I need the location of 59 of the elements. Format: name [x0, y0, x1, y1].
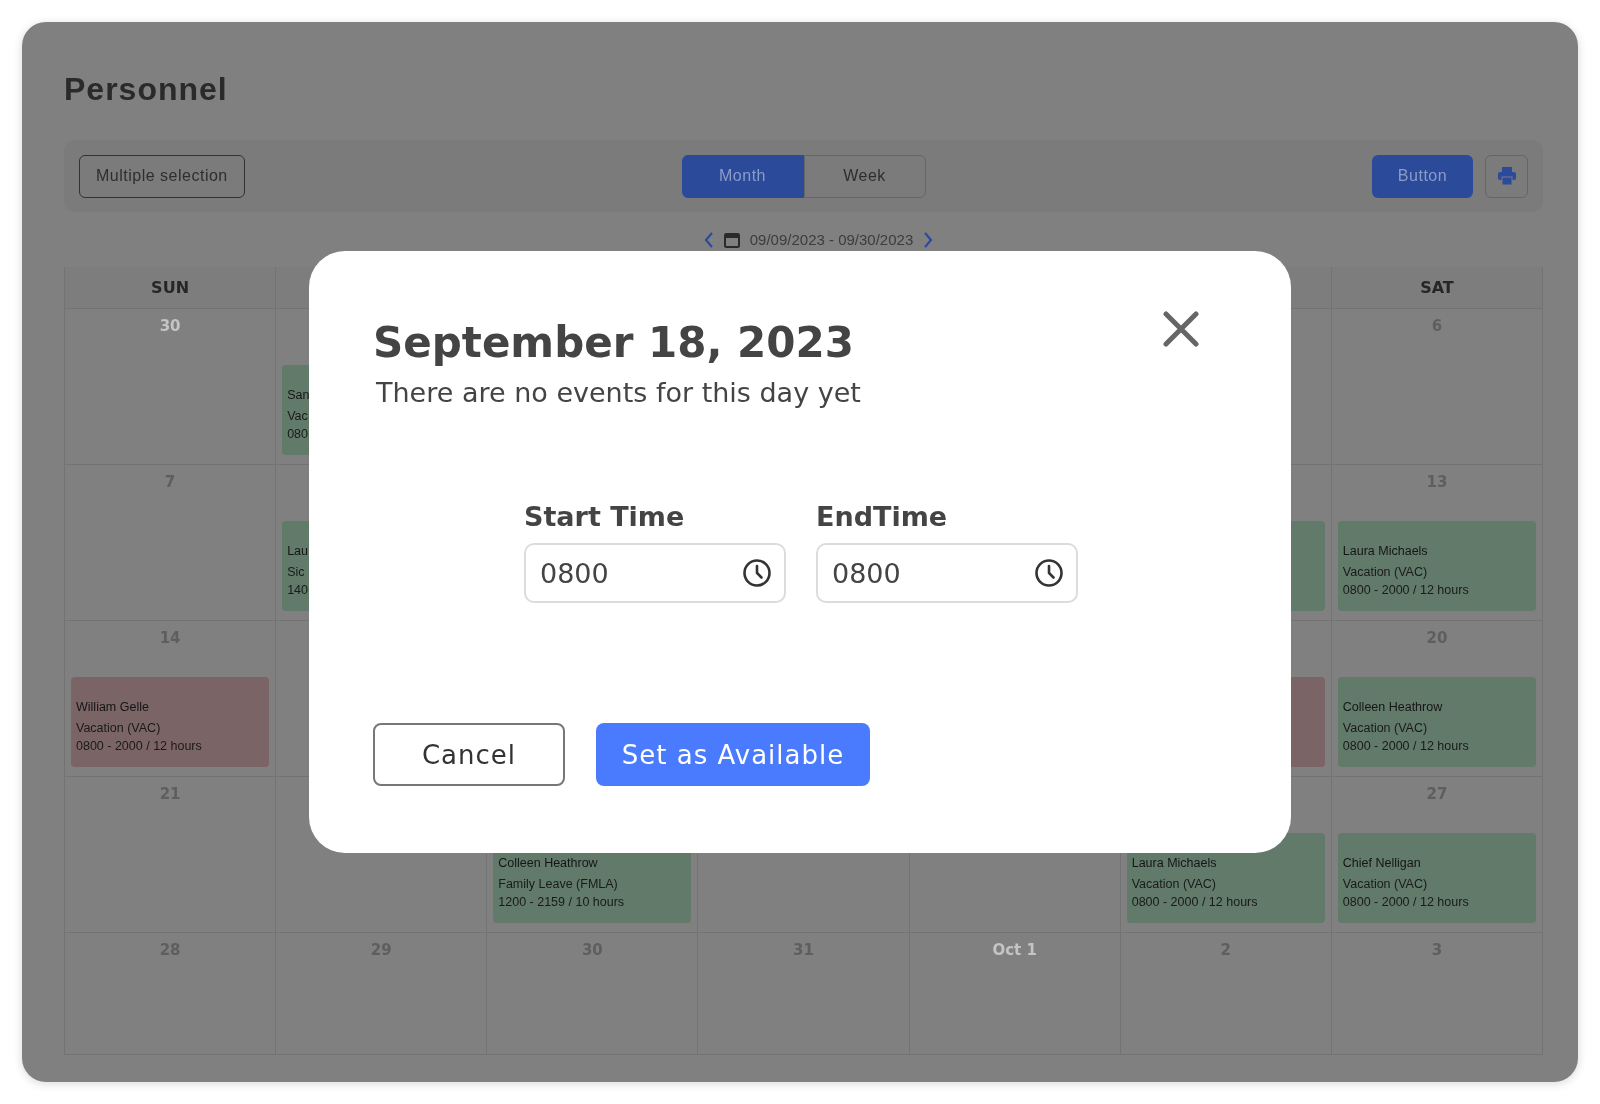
action-button[interactable]: Button	[1372, 154, 1473, 198]
close-button[interactable]	[1161, 309, 1201, 349]
event-time: 0800 - 2000 / 12 hours	[1342, 894, 1469, 910]
event-type: Vacation (VAC)	[1131, 876, 1216, 892]
event-type: Vacation (VAC)	[1342, 720, 1428, 736]
event-type: Vacation (VAC)	[1342, 876, 1428, 892]
cancel-button[interactable]: Cancel	[373, 723, 565, 786]
previous-icon[interactable]	[703, 231, 714, 248]
multiple-selection-button[interactable]: Multiple selection	[79, 154, 245, 198]
time-field[interactable]: 0800	[816, 543, 1078, 603]
dialog-title: September 18, 2023	[373, 317, 854, 369]
event-type: Vacation (VAC)	[76, 720, 161, 736]
event-time: 0800 - 2000 / 12 hours	[1131, 894, 1258, 910]
print-button[interactable]	[1485, 154, 1528, 198]
time-label: EndTime	[816, 500, 949, 534]
time-label: Start Time	[524, 500, 686, 534]
day-number: 30	[159, 317, 181, 337]
event-type: Vacation (VAC)	[1342, 564, 1428, 580]
dialog-message: There are no events for this day yet	[376, 376, 862, 410]
event-name: Colleen Heathrow	[1342, 699, 1443, 715]
event-time: 0800 - 2000 / 12 hours	[1342, 738, 1469, 754]
view-tab[interactable]: Week	[803, 154, 926, 198]
clock-icon[interactable]	[1034, 558, 1064, 588]
event-card[interactable]: William Gelle Vacation (VAC) 0800 - 2000 / 12 hours	[71, 677, 270, 767]
event-time: 080	[287, 426, 308, 442]
event-name: Laura Michaels	[1342, 543, 1428, 559]
event-name: Colleen Heathrow	[498, 855, 598, 871]
event-name: Chief Nelligan	[1342, 855, 1421, 871]
time-input[interactable]: 0800	[538, 556, 718, 590]
day-cell[interactable]: Oct 1	[909, 933, 1121, 1055]
weekday-label: SAT	[1420, 278, 1454, 297]
event-time: 0800 - 2000 / 12 hours	[1342, 582, 1469, 598]
view-tab[interactable]: Month	[681, 154, 804, 198]
event-card[interactable]: Colleen Heathrow Vacation (VAC) 0800 - 2000 / 12 hours	[1337, 677, 1536, 767]
time-input[interactable]: 0800	[830, 556, 1010, 590]
event-name: William Gelle	[76, 699, 149, 715]
event-time: 1200 - 2159 / 10 hours	[498, 894, 625, 910]
next-icon[interactable]	[923, 231, 934, 248]
event-card[interactable]: Laura Michaels Vacation (VAC) 0800 - 2000 / 12 hours	[1337, 521, 1536, 611]
event-type: Vac	[287, 408, 308, 424]
clock-icon[interactable]	[742, 558, 772, 588]
event-card[interactable]: Chief Nelligan Vacation (VAC) 0800 - 2000 / 12 hours	[1337, 833, 1536, 923]
event-type: Family Leave (FMLA)	[498, 876, 618, 892]
printer-icon	[1496, 166, 1517, 186]
calendar-icon[interactable]	[723, 231, 740, 248]
event-time: 0800 - 2000 / 12 hours	[76, 738, 202, 754]
set-available-button[interactable]: Set as Available	[596, 723, 870, 786]
event-time: 140	[287, 582, 308, 598]
close-icon	[1163, 311, 1199, 347]
event-name: San	[287, 387, 310, 403]
event-name: Lau	[287, 543, 308, 559]
weekday-label: SUN	[151, 278, 189, 297]
date-range: 09/09/2023 - 09/30/2023	[749, 231, 914, 248]
event-type: Sic	[287, 564, 305, 580]
day-cell[interactable]: 30	[65, 309, 277, 465]
time-field[interactable]: 0800	[524, 543, 786, 603]
page-title: Personnel	[64, 72, 228, 109]
event-name: Laura Michaels	[1131, 855, 1217, 871]
day-number: Oct 1	[992, 941, 1037, 961]
